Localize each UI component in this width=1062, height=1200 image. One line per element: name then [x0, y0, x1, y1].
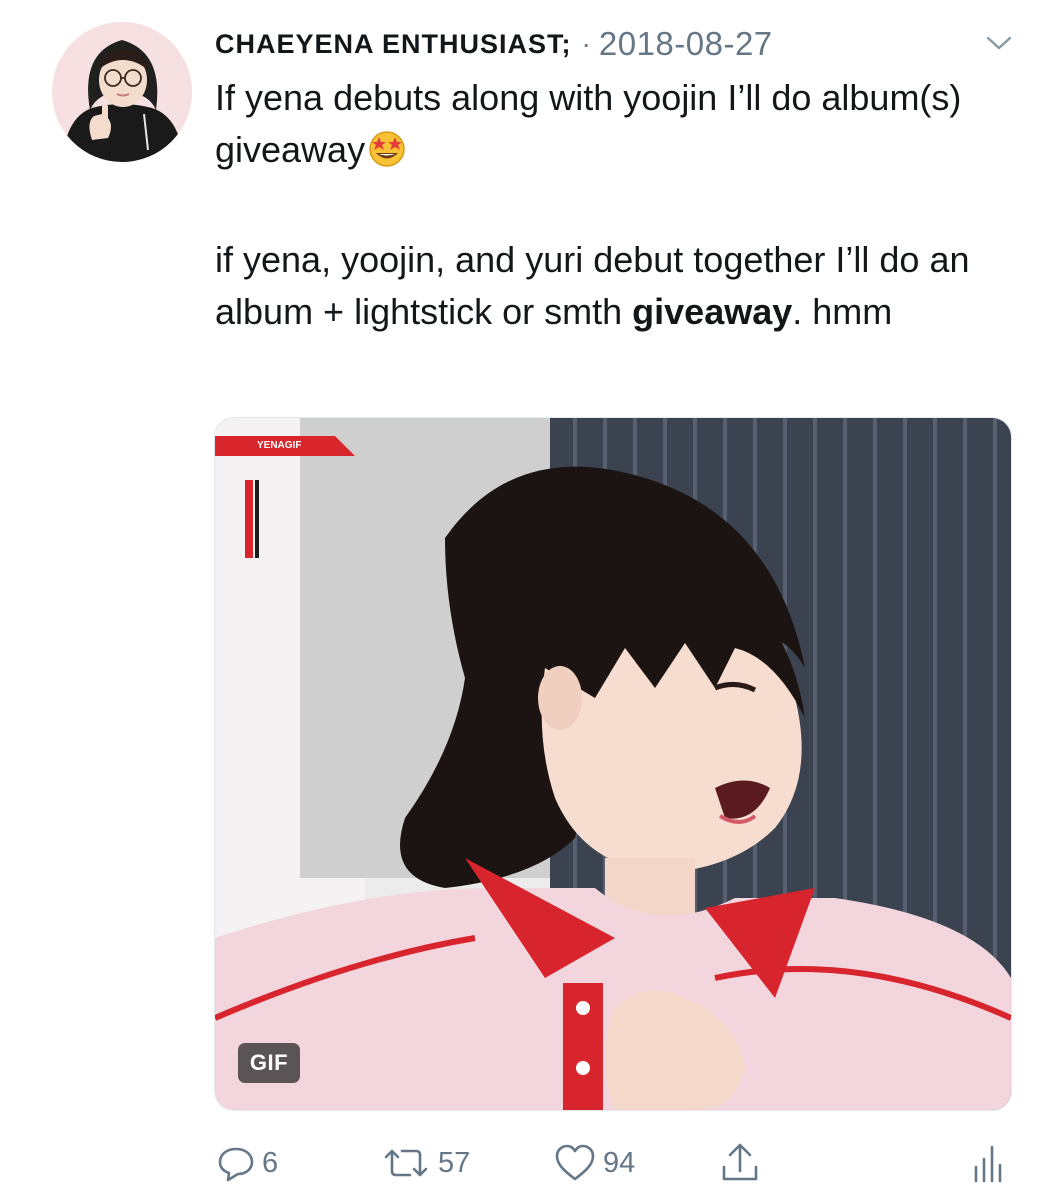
like-button[interactable]: 94: [553, 1135, 635, 1191]
retweet-count: 57: [438, 1146, 471, 1179]
reply-count: 6: [262, 1146, 279, 1179]
share-icon: [722, 1143, 758, 1181]
analytics-button[interactable]: [970, 1135, 1004, 1191]
gif-badge: GIF: [238, 1043, 300, 1083]
reply-icon: [218, 1147, 254, 1182]
tweet-media-gif[interactable]: YENAGIF GIF: [214, 417, 1012, 1111]
share-button[interactable]: [718, 1135, 762, 1191]
display-name[interactable]: CHAEYENA ENTHUSIAST;: [215, 29, 572, 60]
media-watermark: YENAGIF: [257, 440, 302, 451]
tweet: CHAEYENA ENTHUSIAST; · 2018-08-27 If yen…: [0, 0, 1062, 1200]
tweet-text: If yena debuts along with yoojin I’ll do…: [215, 72, 1005, 338]
tweet-paragraph-1: If yena debuts along with yoojin I’ll do…: [215, 72, 1005, 182]
chevron-down-icon[interactable]: [985, 34, 1013, 52]
heart-icon: [555, 1144, 595, 1181]
tweet-header: CHAEYENA ENTHUSIAST; · 2018-08-27: [215, 24, 773, 64]
separator-dot: ·: [581, 28, 591, 59]
tweet-actions: 6 57 94: [0, 1135, 1062, 1191]
star-struck-emoji-icon: [367, 128, 407, 182]
reply-button[interactable]: 6: [216, 1135, 278, 1191]
retweet-icon: [384, 1149, 428, 1177]
retweet-button[interactable]: 57: [380, 1135, 470, 1191]
tweet-date[interactable]: 2018-08-27: [599, 25, 773, 63]
tweet-paragraph-2: if yena, yoojin, and yuri debut together…: [215, 239, 970, 332]
avatar[interactable]: [52, 22, 192, 162]
highlight-keyword: giveaway: [632, 291, 793, 332]
like-count: 94: [603, 1146, 636, 1179]
analytics-icon: [974, 1145, 1002, 1183]
